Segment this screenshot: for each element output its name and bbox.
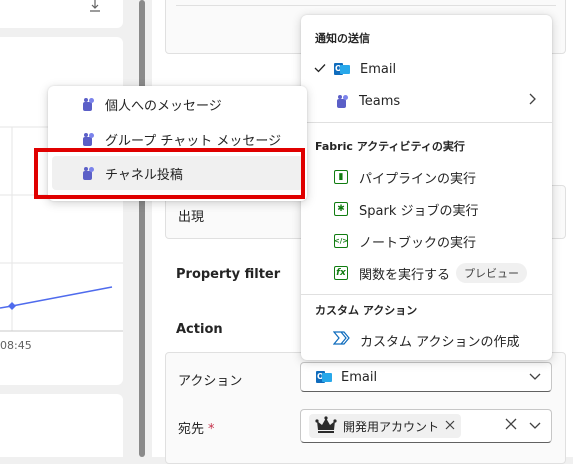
notebook-icon: </>	[334, 234, 348, 248]
submenu-item-label: グループ チャット メッセージ	[105, 133, 282, 149]
left-bottom-card	[0, 394, 123, 457]
action-field-label: アクション	[178, 374, 243, 389]
teams-icon	[81, 97, 95, 111]
action-menu: 通知の送信 Email Teams Fabric アクティビティの実行 ▮ パイ…	[301, 15, 552, 360]
chart-point	[8, 302, 16, 310]
outlook-icon	[316, 370, 332, 384]
crown-icon	[315, 415, 337, 437]
menu-item-spark-label: Spark ジョブの実行	[359, 203, 479, 219]
pipeline-icon: ▮	[334, 170, 348, 184]
chart-series-line	[0, 286, 113, 309]
x-tick-label: 08:45	[0, 339, 32, 352]
download-icon[interactable]	[88, 0, 102, 12]
submenu-item-label: 個人へのメッセージ	[105, 98, 222, 114]
custom-action-icon	[332, 331, 351, 349]
menu-item-notebook-label: ノートブックの実行	[359, 235, 477, 251]
clear-icon[interactable]	[505, 418, 517, 434]
menu-item-spark[interactable]: ✱ Spark ジョブの実行	[301, 193, 552, 225]
chip-remove-icon[interactable]	[445, 419, 455, 433]
recipient-label: 宛先 *	[178, 422, 215, 437]
menu-item-pipeline[interactable]: ▮ パイプラインの実行	[301, 161, 552, 193]
teams-icon	[335, 94, 349, 108]
menu-item-custom-action[interactable]: カスタム アクションの作成	[301, 324, 552, 356]
spark-icon: ✱	[334, 202, 348, 216]
action-dropdown-value: Email	[341, 369, 378, 385]
chevron-right-icon	[529, 93, 537, 109]
highlight-annotation	[34, 148, 305, 199]
submenu-item-personal-message[interactable]: 個人へのメッセージ	[48, 88, 307, 120]
field-start-label: 出現	[178, 210, 205, 225]
teams-icon	[81, 132, 95, 146]
left-top-card	[0, 0, 123, 28]
menu-item-email[interactable]: Email	[301, 53, 552, 85]
fabric-menu-header: Fabric アクティビティの実行	[315, 140, 465, 153]
menu-item-function[interactable]: fx 関数を実行する プレビュー	[301, 257, 552, 289]
recipient-chip[interactable]: 開発用アカウント	[309, 414, 462, 438]
required-mark: *	[208, 422, 215, 437]
checkmark-icon	[314, 62, 326, 77]
menu-item-email-label: Email	[360, 61, 397, 77]
menu-item-teams[interactable]: Teams	[301, 85, 552, 117]
action-section-title: Action	[176, 322, 223, 337]
custom-menu-header: カスタム アクション	[315, 304, 418, 317]
notify-menu-header: 通知の送信	[315, 32, 370, 45]
menu-item-custom-action-label: カスタム アクションの作成	[360, 334, 520, 350]
outlook-icon	[334, 62, 350, 76]
menu-item-notebook[interactable]: </> ノートブックの実行	[301, 225, 552, 257]
chevron-down-icon[interactable]	[529, 419, 541, 434]
recipient-field[interactable]: 開発用アカウント	[300, 409, 552, 443]
menu-item-pipeline-label: パイプラインの実行	[359, 171, 477, 187]
scrollbar-thumb[interactable]	[139, 0, 145, 457]
property-filter-label: Property filter	[176, 267, 281, 282]
preview-badge: プレビュー	[456, 263, 528, 283]
menu-item-function-label: 関数を実行する	[359, 267, 451, 283]
action-dropdown[interactable]: Email	[300, 362, 552, 392]
chevron-down-icon	[529, 370, 541, 385]
recipient-chip-label: 開発用アカウント	[343, 419, 440, 434]
menu-item-teams-label: Teams	[359, 93, 401, 109]
function-icon: fx	[334, 266, 348, 280]
